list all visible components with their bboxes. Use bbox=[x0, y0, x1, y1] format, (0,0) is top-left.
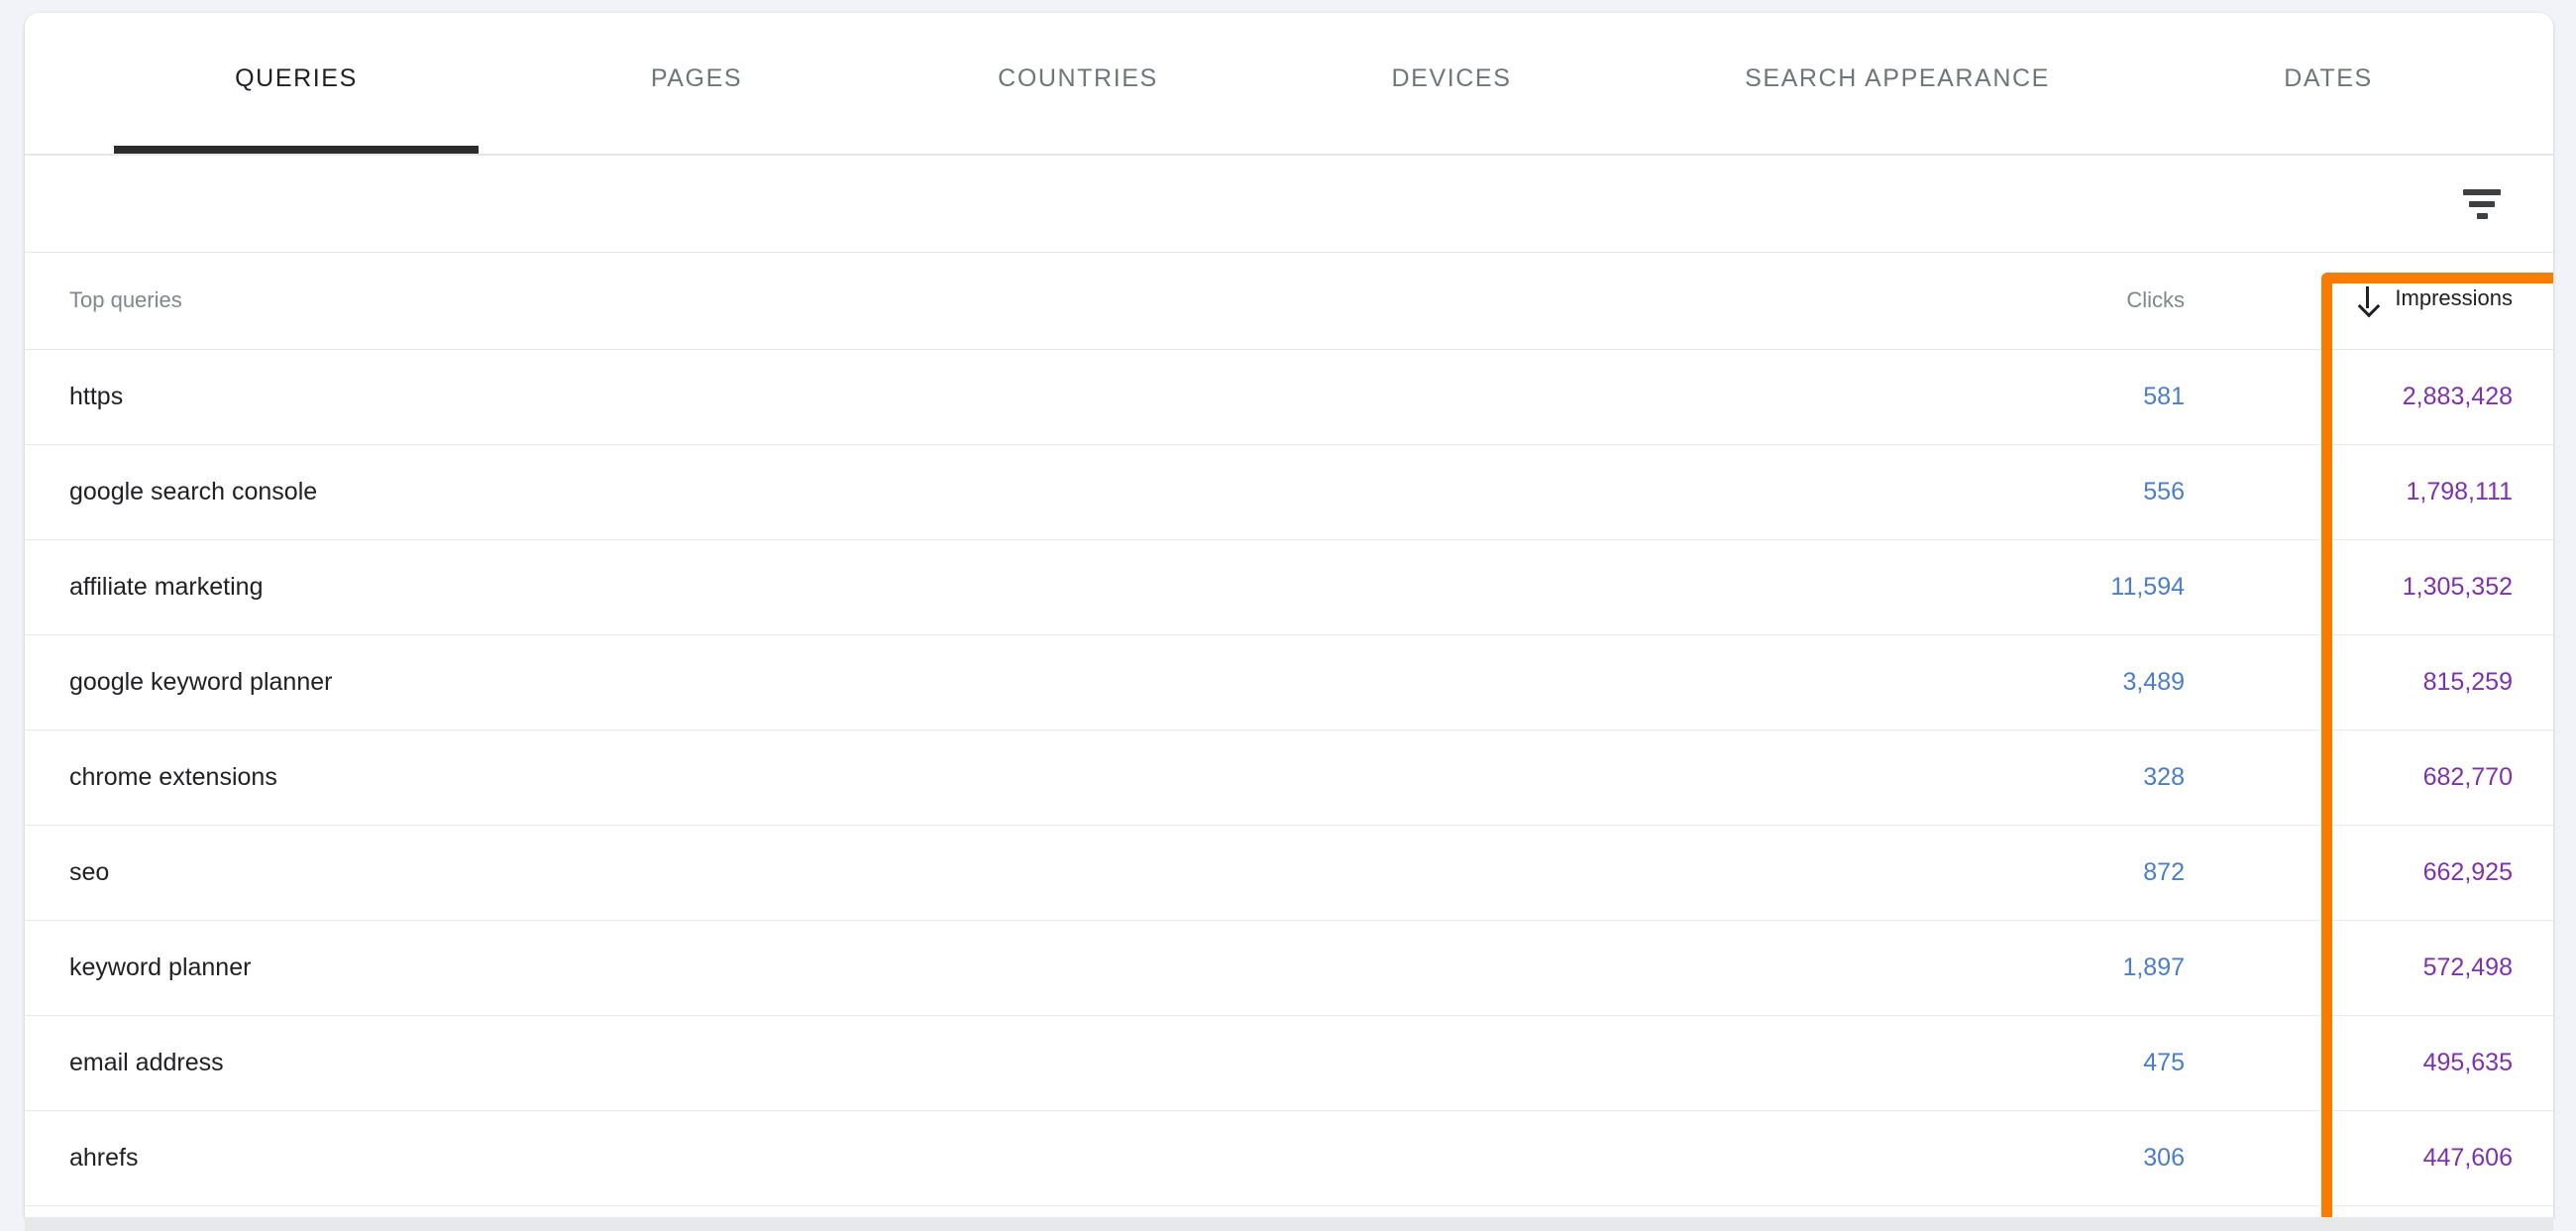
cell-query: https bbox=[25, 349, 1957, 445]
top-queries-table: Top queries Clicks Impressions https 581 2… bbox=[25, 253, 2553, 1206]
cell-query: chrome extensions bbox=[25, 729, 1957, 826]
filter-icon-bar-middle bbox=[2469, 200, 2495, 207]
cell-query: seo bbox=[25, 825, 1957, 921]
cell-clicks: 556 bbox=[1957, 444, 2229, 540]
tab-pages[interactable]: PAGES bbox=[548, 13, 845, 154]
performance-report-card: QUERIES PAGES COUNTRIES DEVICES SEARCH APPEA… bbox=[25, 13, 2553, 1217]
filter-icon[interactable] bbox=[2454, 176, 2510, 232]
cell-clicks: 1,897 bbox=[1957, 920, 2229, 1016]
column-header-impressions[interactable]: Impressions bbox=[2229, 253, 2553, 350]
tab-label: DATES bbox=[2284, 64, 2373, 92]
table-header: Top queries Clicks Impressions bbox=[25, 253, 2553, 350]
cell-clicks: 475 bbox=[1957, 1015, 2229, 1111]
filter-icon-bar-bottom bbox=[2476, 212, 2488, 219]
table-row[interactable]: https 581 2,883,428 bbox=[25, 349, 2553, 445]
cell-clicks: 11,594 bbox=[1957, 539, 2229, 635]
cell-query: ahrefs bbox=[25, 1110, 1957, 1206]
tab-list: QUERIES PAGES COUNTRIES DEVICES SEARCH APPEA… bbox=[25, 13, 2553, 154]
cell-impressions: 815,259 bbox=[2229, 634, 2553, 730]
table-row[interactable]: affiliate marketing 11,594 1,305,352 bbox=[25, 539, 2553, 635]
cell-query: keyword planner bbox=[25, 920, 1957, 1016]
tab-queries[interactable]: QUERIES bbox=[114, 13, 479, 154]
cell-impressions: 682,770 bbox=[2229, 729, 2553, 826]
cell-impressions: 2,883,428 bbox=[2229, 349, 2553, 445]
cell-impressions: 1,305,352 bbox=[2229, 539, 2553, 635]
table-row[interactable]: chrome extensions 328 682,770 bbox=[25, 729, 2553, 826]
active-tab-indicator bbox=[114, 146, 479, 154]
cell-query: email address bbox=[25, 1015, 1957, 1111]
cell-clicks: 328 bbox=[1957, 729, 2229, 826]
impressions-sort-wrapper: Impressions bbox=[2357, 285, 2513, 311]
cell-impressions: 1,798,111 bbox=[2229, 444, 2553, 540]
table-body: https 581 2,883,428 google search console 55… bbox=[25, 349, 2553, 1206]
cell-query: affiliate marketing bbox=[25, 539, 1957, 635]
table-row[interactable]: google search console 556 1,798,111 bbox=[25, 444, 2553, 540]
cell-clicks: 872 bbox=[1957, 825, 2229, 921]
screenshot-root: QUERIES PAGES COUNTRIES DEVICES SEARCH APPEA… bbox=[0, 0, 2576, 1231]
table-toolbar bbox=[25, 156, 2553, 253]
tab-countries[interactable]: COUNTRIES bbox=[905, 13, 1251, 154]
cell-clicks: 306 bbox=[1957, 1110, 2229, 1206]
tab-devices[interactable]: DEVICES bbox=[1303, 13, 1600, 154]
cell-impressions: 572,498 bbox=[2229, 920, 2553, 1016]
table-row[interactable]: seo 872 662,925 bbox=[25, 825, 2553, 921]
tab-label: PAGES bbox=[650, 64, 743, 92]
sort-descending-arrow-icon bbox=[2357, 285, 2378, 310]
column-header-top-queries: Top queries bbox=[25, 253, 1957, 350]
table-row[interactable]: keyword planner 1,897 572,498 bbox=[25, 920, 2553, 1016]
filter-icon-bar-top bbox=[2463, 188, 2501, 195]
tab-label: DEVICES bbox=[1391, 64, 1512, 92]
tab-dates[interactable]: DATES bbox=[2190, 13, 2467, 154]
table-header-row: Top queries Clicks Impressions bbox=[25, 253, 2553, 350]
card-bottom-edge bbox=[25, 1217, 2553, 1231]
cell-impressions: 495,635 bbox=[2229, 1015, 2553, 1111]
cell-clicks: 581 bbox=[1957, 349, 2229, 445]
column-header-impressions-label: Impressions bbox=[2395, 284, 2513, 310]
cell-impressions: 447,606 bbox=[2229, 1110, 2553, 1206]
table-row[interactable]: ahrefs 306 447,606 bbox=[25, 1110, 2553, 1206]
dimension-tab-bar: QUERIES PAGES COUNTRIES DEVICES SEARCH APPEA… bbox=[25, 13, 2553, 156]
cell-query: google keyword planner bbox=[25, 634, 1957, 730]
cell-query: google search console bbox=[25, 444, 1957, 540]
tab-search-appearance[interactable]: SEARCH APPEARANCE bbox=[1635, 13, 2160, 154]
cell-clicks: 3,489 bbox=[1957, 634, 2229, 730]
tab-label: QUERIES bbox=[235, 64, 358, 92]
table-row[interactable]: email address 475 495,635 bbox=[25, 1015, 2553, 1111]
cell-impressions: 662,925 bbox=[2229, 825, 2553, 921]
tab-label: COUNTRIES bbox=[998, 64, 1158, 92]
column-header-clicks[interactable]: Clicks bbox=[1957, 253, 2229, 350]
table-row[interactable]: google keyword planner 3,489 815,259 bbox=[25, 634, 2553, 730]
tab-label: SEARCH APPEARANCE bbox=[1745, 64, 2050, 92]
